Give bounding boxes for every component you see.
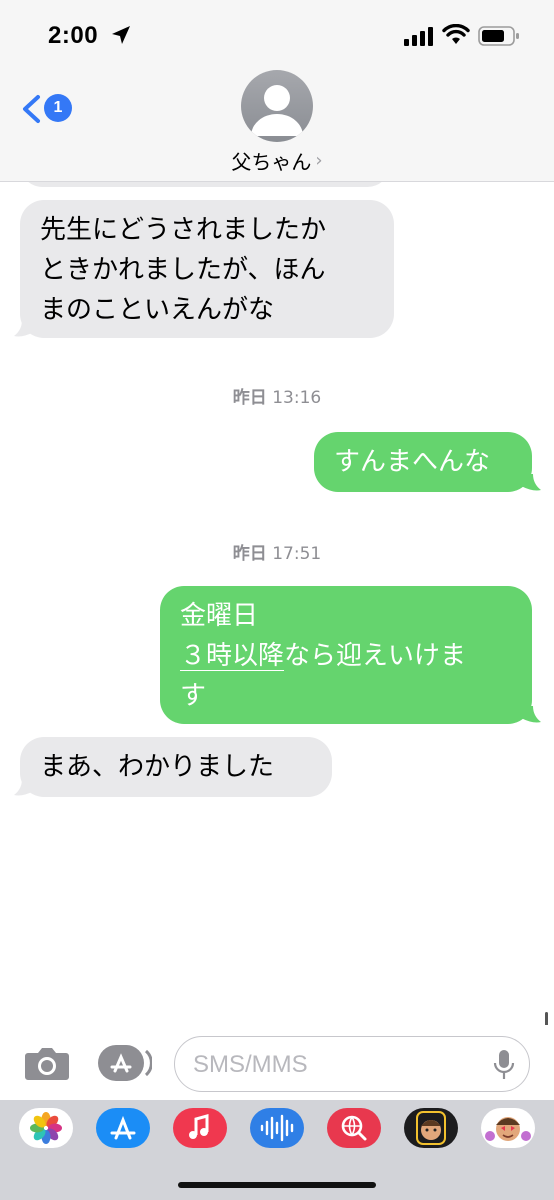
cellular-signal-icon <box>404 27 433 46</box>
status-time: 2:00 <box>48 22 99 49</box>
search-images-icon[interactable] <box>327 1108 381 1148</box>
status-bar: 2:00 <box>0 0 554 70</box>
message-line: ３時以降なら迎えいけま <box>180 636 512 676</box>
message-line: ときかれましたが、ほん <box>40 255 326 285</box>
conversation-header: 1 父ちゃん › <box>0 70 554 182</box>
message-bubble-incoming[interactable]: 先生にどうされましたか ときかれましたが、ほん まのこといえんがな <box>20 200 394 338</box>
message-bubble-outgoing[interactable]: 金曜日 ３時以降なら迎えいけま す <box>160 586 532 724</box>
back-button[interactable]: 1 <box>20 92 74 126</box>
chevron-right-icon: › <box>315 150 323 171</box>
microphone-icon[interactable] <box>493 1049 515 1081</box>
animoji-face-icon <box>485 1117 531 1141</box>
message-text: まあ、わかりました <box>40 752 275 782</box>
waveform-icon <box>260 1114 294 1142</box>
wifi-icon <box>442 24 470 44</box>
message-composer: SMS/MMS <box>0 1025 554 1100</box>
app-store-glyph-icon <box>110 1115 136 1140</box>
bubble-tail <box>14 320 34 337</box>
message-text: なら迎えいけま <box>284 641 467 671</box>
message-timestamp: 昨日 13:16 <box>0 383 554 408</box>
message-line: 金曜日 <box>180 601 259 631</box>
animoji-icon[interactable] <box>481 1108 535 1148</box>
timestamp-day: 昨日 <box>232 544 267 564</box>
message-bubble-outgoing[interactable]: すんまへんな <box>314 432 532 492</box>
app-store-icon[interactable] <box>96 1108 150 1148</box>
date-link[interactable]: ３時以降 <box>180 641 284 671</box>
photos-flower-icon <box>30 1112 62 1144</box>
globe-search-icon <box>341 1115 367 1141</box>
message-line: まのこといえんがな <box>40 295 275 325</box>
message-line: 先生にどうされましたか <box>40 215 327 245</box>
scroll-indicator[interactable] <box>545 1012 548 1026</box>
battery-icon <box>478 26 519 46</box>
app-store-apps-icon[interactable] <box>98 1045 152 1081</box>
bubble-tail <box>521 474 541 491</box>
message-timestamp: 昨日 17:51 <box>0 539 554 564</box>
memoji-face-icon <box>416 1111 446 1145</box>
location-arrow-icon <box>112 26 130 44</box>
message-input[interactable]: SMS/MMS <box>174 1036 530 1092</box>
person-silhouette-icon <box>251 85 303 136</box>
home-indicator[interactable] <box>178 1182 376 1188</box>
audio-message-icon[interactable] <box>250 1108 304 1148</box>
timestamp-day: 昨日 <box>232 388 267 408</box>
memoji-icon[interactable] <box>404 1108 458 1148</box>
photos-icon[interactable] <box>19 1108 73 1148</box>
input-placeholder: SMS/MMS <box>193 1051 308 1078</box>
message-text: すんまへんな <box>334 447 491 477</box>
message-line: す <box>180 681 207 711</box>
music-icon[interactable] <box>173 1108 227 1148</box>
timestamp-time: 13:16 <box>272 388 322 408</box>
contact-avatar[interactable] <box>241 70 313 142</box>
message-bubble-incoming[interactable]: まあ、わかりました <box>20 737 332 797</box>
unread-badge: 1 <box>44 94 72 122</box>
contact-name-button[interactable]: 父ちゃん › <box>0 146 554 175</box>
contact-name: 父ちゃん <box>231 150 312 174</box>
timestamp-time: 17:51 <box>272 544 322 564</box>
message-bubble-partial[interactable] <box>20 182 390 187</box>
camera-icon[interactable] <box>24 1045 70 1081</box>
message-list[interactable]: 先生にどうされましたか ときかれましたが、ほん まのこといえんがな 昨日 13:… <box>0 182 554 1022</box>
music-note-icon <box>189 1114 209 1139</box>
bubble-tail <box>14 779 34 796</box>
bubble-tail <box>521 706 541 723</box>
chevron-left-icon <box>23 95 40 123</box>
